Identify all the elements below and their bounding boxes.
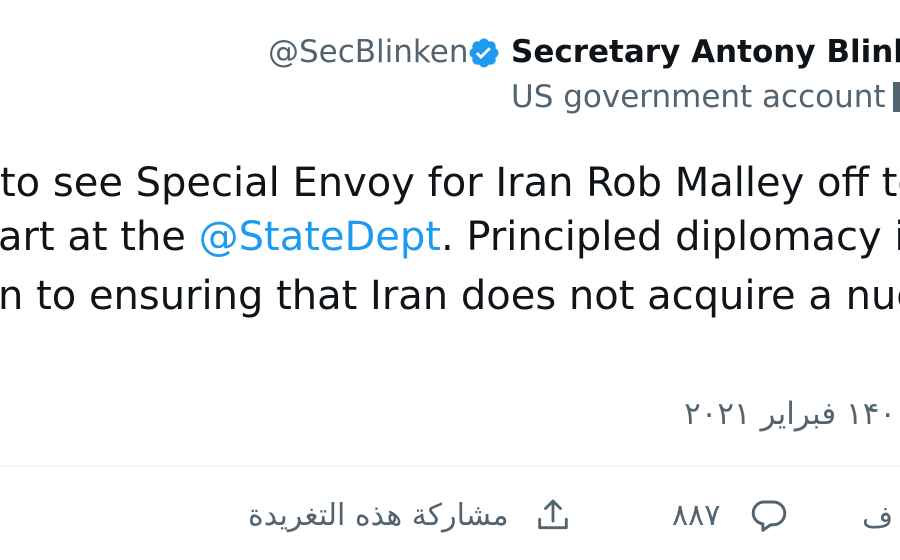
mention-link[interactable]: @StateDept [199,214,441,260]
verified-badge-icon [467,36,501,70]
tweet-text-segment: art at the [0,214,199,260]
share-tweet-button[interactable]: مشاركة هذه التغريدة [248,492,573,540]
reply-count: ۸۸۷ [672,498,721,533]
reply-button[interactable]: ۸۸۷ [672,492,790,540]
divider [0,466,900,467]
author-handle[interactable]: @SecBlinken [268,32,469,72]
tweet-text-line: art at the @StateDept. Principled diplom… [0,211,900,263]
tweet-text-segment: . Principled diplomacy is [441,214,900,260]
author-display-name[interactable]: Secretary Antony Blinke [511,32,900,72]
government-flag-icon [893,82,900,112]
tweet-text-line: to see Special Envoy for Iran Rob Malley… [0,160,900,206]
action-label-partial[interactable]: ف [862,494,893,542]
government-account-label: US government account [511,79,886,115]
reply-icon [748,495,790,537]
tweet-text-line: n to ensuring that Iran does not acquire… [0,273,900,319]
share-icon [533,496,573,536]
share-label: مشاركة هذه التغريدة [248,498,509,533]
tweet-timestamp[interactable]: ۱۴۰ فبراير ۲۰۲۱ [684,393,896,435]
